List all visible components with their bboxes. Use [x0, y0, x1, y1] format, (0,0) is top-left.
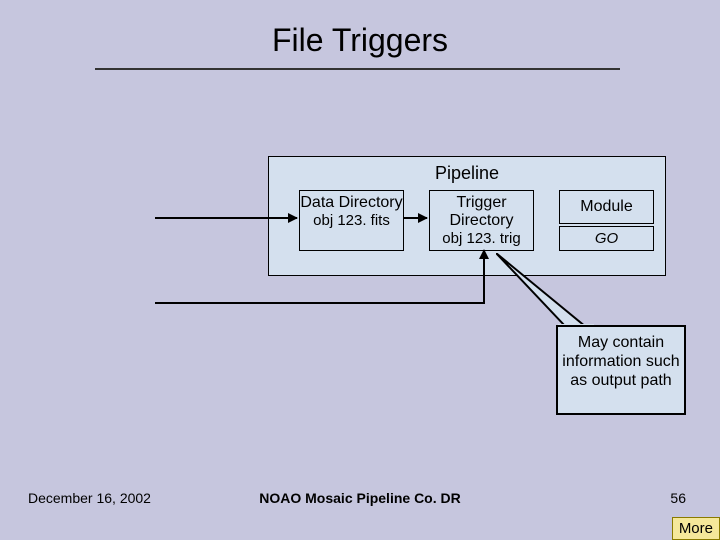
- trigger-directory-box: Trigger Directory obj 123. trig: [429, 190, 534, 251]
- footer-page-number: 56: [670, 490, 686, 506]
- data-directory-head: Data Directory: [300, 194, 403, 212]
- module-box: Module: [559, 190, 654, 224]
- arrow-to-trigger-h: [155, 302, 485, 304]
- trigger-directory-sub: obj 123. trig: [430, 230, 533, 247]
- module-head: Module: [560, 191, 653, 223]
- arrow-data-to-trigger: [403, 217, 427, 219]
- slide-title: File Triggers: [0, 22, 720, 59]
- go-box: GO: [559, 226, 654, 251]
- more-button[interactable]: More: [672, 517, 720, 540]
- callout-box: May contain information such as output p…: [556, 325, 686, 415]
- pipeline-label: Pipeline: [269, 163, 665, 184]
- data-directory-sub: obj 123. fits: [300, 212, 403, 229]
- data-directory-box: Data Directory obj 123. fits: [299, 190, 404, 251]
- arrow-to-data: [155, 217, 297, 219]
- title-underline: [95, 68, 620, 70]
- footer-center: NOAO Mosaic Pipeline Co. DR: [0, 490, 720, 506]
- trigger-directory-head: Trigger Directory: [430, 194, 533, 230]
- arrow-to-trigger-v: [483, 250, 485, 303]
